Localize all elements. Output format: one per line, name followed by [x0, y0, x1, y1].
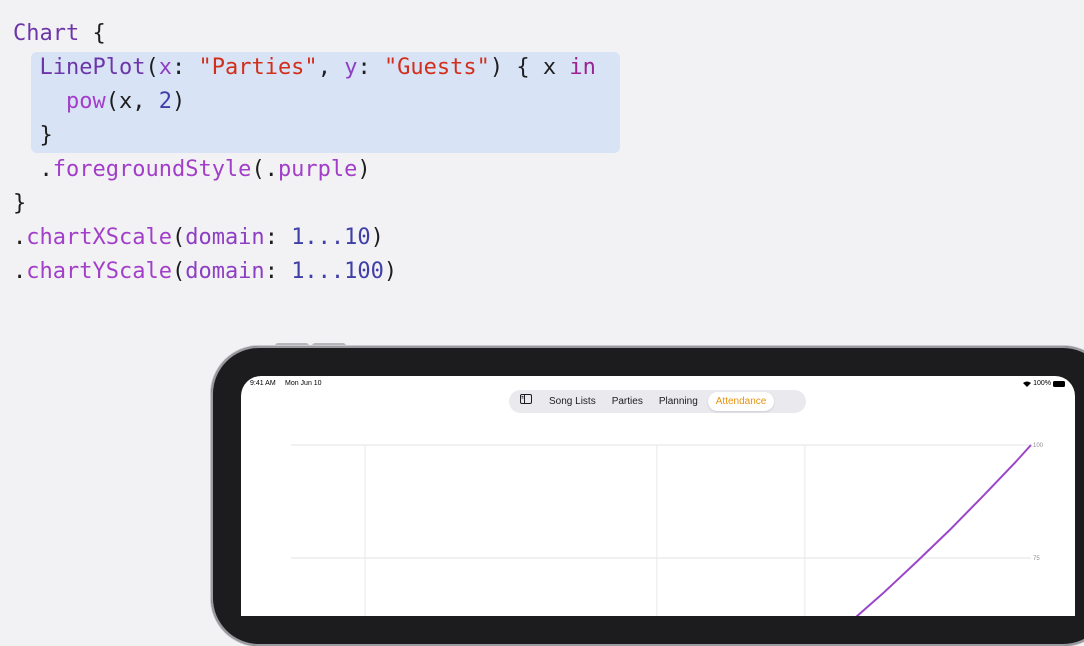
code-token: LinePlot — [39, 55, 146, 80]
tab-planning[interactable]: Planning — [651, 392, 706, 411]
code-line: LinePlot(x: "Parties", y: "Guests") { x … — [13, 51, 596, 85]
code-token: pow — [65, 89, 106, 114]
code-token: ( — [171, 225, 186, 250]
y-tick-label: 75 — [1033, 556, 1040, 562]
code-token: 2 — [158, 89, 172, 114]
sidebar-toggle-button[interactable] — [509, 392, 541, 411]
code-token: 1...100 — [291, 259, 384, 284]
segmented-tab-bar: Song Lists Parties Planning Attendance — [509, 390, 806, 413]
sidebar-toggle-icon — [520, 392, 532, 411]
code-token: : — [357, 55, 384, 80]
code-token: (x, — [105, 89, 159, 114]
code-token: "Parties" — [198, 55, 318, 80]
code-token: ( — [145, 55, 159, 80]
code-line: } — [13, 119, 596, 153]
code-token: { — [79, 21, 106, 46]
code-block: Chart { LinePlot(x: "Parties", y: "Guest… — [13, 17, 596, 289]
code-token: : — [171, 55, 199, 80]
code-token: ) — [357, 157, 371, 182]
code-token: ) — [383, 259, 398, 284]
code-token: } — [13, 191, 27, 216]
code-token: domain — [185, 225, 265, 250]
code-token: purple — [277, 157, 358, 182]
code-token: y — [344, 55, 358, 80]
code-token: : — [264, 225, 292, 250]
tab-song-lists[interactable]: Song Lists — [541, 392, 604, 411]
code-token: "Guests" — [383, 55, 490, 80]
tab-attendance[interactable]: Attendance — [707, 392, 775, 411]
series-line — [855, 444, 1032, 616]
code-token: domain — [185, 259, 265, 284]
code-token: ( — [171, 259, 186, 284]
code-token: 1...10 — [291, 225, 371, 250]
ipad-screen: 9:41 AM Mon Jun 10 100% 100 75 Song Lists… — [241, 376, 1075, 616]
code-token: in — [569, 55, 596, 80]
code-line: Chart { — [13, 17, 596, 51]
code-token: foregroundStyle — [52, 157, 252, 182]
y-tick-label: 100 — [1033, 443, 1044, 449]
code-line: .foregroundStyle(.purple) — [13, 153, 596, 187]
tab-parties[interactable]: Parties — [604, 392, 651, 411]
code-line: } — [13, 187, 596, 221]
code-token: x — [158, 55, 172, 80]
code-token: ) — [370, 225, 384, 250]
code-token: (. — [251, 157, 278, 182]
code-token: ) { x — [489, 55, 570, 80]
code-line: .chartYScale(domain: 1...100) — [13, 255, 596, 289]
code-token: ) — [171, 89, 186, 114]
code-token: } — [13, 123, 53, 148]
code-token: : — [264, 259, 292, 284]
code-token: . — [13, 225, 27, 250]
code-token: . — [13, 259, 27, 284]
code-line: pow(x, 2) — [13, 85, 596, 119]
code-token: chartYScale — [26, 259, 172, 284]
code-token: . — [13, 157, 53, 182]
code-token: Chart — [13, 21, 80, 46]
code-line: .chartXScale(domain: 1...10) — [13, 221, 596, 255]
code-token: chartXScale — [26, 225, 172, 250]
code-token: , — [317, 55, 345, 80]
